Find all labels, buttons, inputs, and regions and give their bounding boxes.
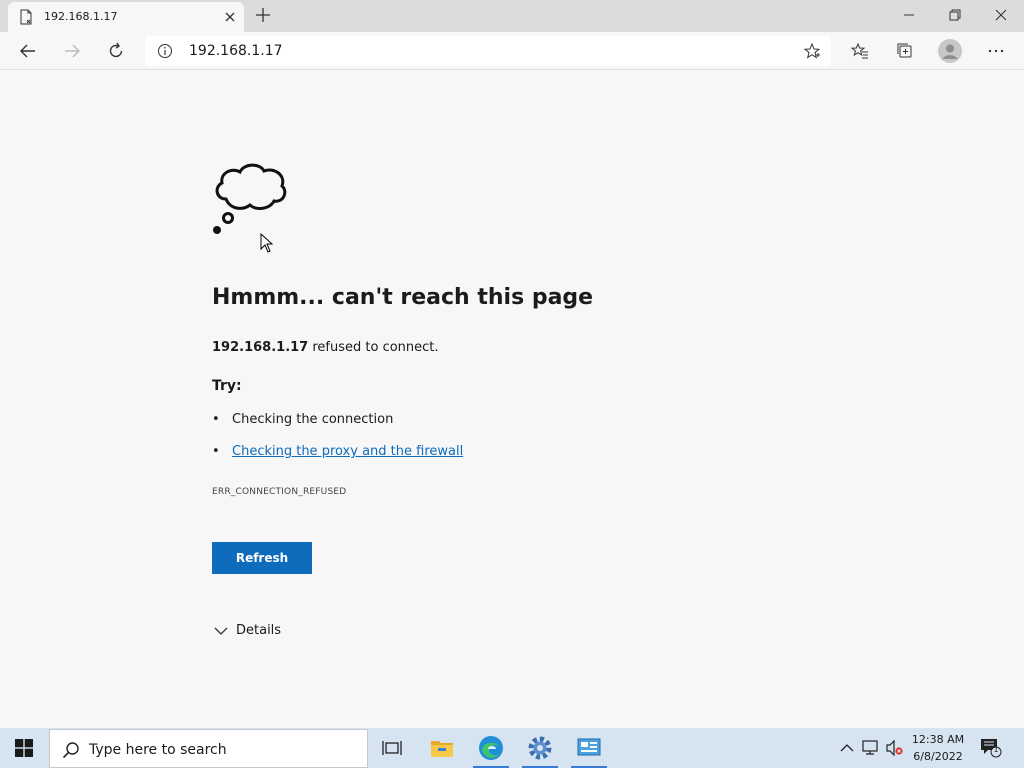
restore-icon [949, 9, 961, 21]
settings-gear-icon [528, 736, 552, 760]
refused-text: refused to connect. [308, 340, 439, 355]
error-message: 192.168.1.17 refused to connect. [212, 340, 439, 355]
suggestion-text: Checking the connection [232, 412, 394, 427]
action-center-button[interactable]: 1 [980, 738, 1002, 758]
folder-icon [431, 741, 453, 757]
clock-date: 6/8/2022 [913, 750, 963, 763]
details-label: Details [236, 623, 282, 638]
edge-taskbar-button[interactable] [467, 728, 515, 768]
host-name: 192.168.1.17 [212, 340, 309, 355]
network-app-taskbar-button[interactable] [565, 728, 613, 768]
reload-button[interactable] [105, 40, 127, 62]
volume-button[interactable] [886, 739, 904, 757]
profile-icon [938, 39, 962, 63]
search-placeholder: Type here to search [89, 742, 227, 758]
forward-arrow-icon [65, 44, 80, 58]
more-button[interactable] [985, 40, 1007, 62]
network-app-icon [577, 738, 601, 756]
suggestion-item: • Checking the proxy and the firewall [212, 444, 464, 459]
network-icon [862, 740, 878, 755]
address-bar[interactable]: 192.168.1.17 [145, 36, 831, 66]
taskbar: Type here to search 12:38 AM 6/8/2022 1 [0, 728, 1024, 768]
proxy-firewall-link[interactable]: Checking the proxy and the firewall [232, 444, 463, 459]
restore-button[interactable] [932, 0, 978, 30]
collections-icon [897, 43, 912, 58]
details-toggle[interactable]: Details [214, 623, 281, 638]
close-window-button[interactable] [978, 0, 1024, 30]
suggestion-item: • Checking the connection [212, 412, 394, 427]
search-icon [62, 742, 79, 759]
start-button[interactable] [0, 728, 48, 768]
back-arrow-icon [20, 44, 35, 58]
windows-logo-icon [15, 739, 33, 757]
refresh-icon [109, 42, 123, 58]
browser-tab[interactable]: 192.168.1.17 [8, 2, 244, 32]
info-icon[interactable] [157, 43, 173, 59]
try-label: Try: [212, 378, 242, 394]
network-status-button[interactable] [862, 739, 880, 757]
star-icon[interactable] [803, 42, 821, 60]
error-page: Hmmm... can't reach this page 192.168.1.… [0, 71, 1024, 728]
forward-button[interactable] [61, 40, 83, 62]
edge-icon [479, 736, 503, 760]
settings-taskbar-button[interactable] [516, 728, 564, 768]
url-text[interactable]: 192.168.1.17 [189, 43, 283, 59]
task-view-icon [382, 741, 402, 755]
volume-muted-icon [886, 740, 903, 756]
clock-time: 12:38 AM [911, 733, 965, 746]
refresh-button[interactable]: Refresh [212, 542, 312, 574]
minimize-icon [904, 14, 914, 16]
show-hidden-icons-button[interactable] [838, 739, 856, 757]
favorites-icon [851, 42, 868, 59]
tab-title: 192.168.1.17 [44, 10, 118, 23]
chevron-down-icon [214, 627, 228, 635]
taskbar-search[interactable]: Type here to search [49, 729, 368, 768]
error-code: ERR_CONNECTION_REFUSED [212, 487, 347, 497]
file-explorer-button[interactable] [418, 728, 466, 768]
cloud-icon [213, 163, 287, 234]
more-icon [988, 49, 1004, 53]
task-view-button[interactable] [368, 728, 416, 768]
plus-icon[interactable] [254, 6, 272, 24]
close-icon [995, 9, 1007, 21]
favorites-button[interactable] [849, 40, 871, 62]
tab-strip: 192.168.1.17 [0, 0, 1024, 32]
back-button[interactable] [17, 40, 39, 62]
page-title: Hmmm... can't reach this page [212, 285, 594, 310]
browser-toolbar: 192.168.1.17 [0, 32, 1024, 70]
cursor-icon [260, 233, 274, 253]
close-icon[interactable] [222, 9, 238, 25]
collections-button[interactable] [894, 40, 916, 62]
chevron-up-icon [840, 744, 854, 752]
page-icon [20, 9, 32, 25]
notification-count: 1 [993, 745, 999, 754]
profile-button[interactable] [937, 38, 963, 64]
minimize-button[interactable] [886, 0, 932, 30]
system-clock[interactable]: 12:38 AM 6/8/2022 [904, 731, 972, 765]
